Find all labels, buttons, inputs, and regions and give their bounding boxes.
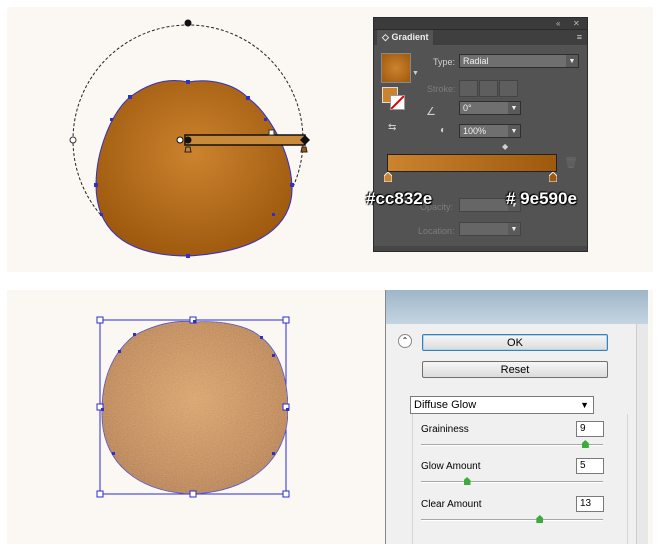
angle-field[interactable]: 0° ▼ (459, 101, 521, 115)
location-field[interactable]: ▼ (459, 222, 521, 236)
angle-icon: ∠ (426, 106, 436, 118)
chevron-down-icon: ▼ (566, 55, 578, 67)
ok-button[interactable]: OK (422, 334, 608, 351)
annotator-origin-handle[interactable] (184, 136, 192, 144)
stroke-none-icon[interactable] (390, 95, 405, 110)
shape-blob-textured[interactable] (101, 320, 289, 495)
close-icon[interactable]: ✕ (573, 18, 580, 29)
collapse-toggle-icon[interactable]: ⌃ (398, 334, 412, 348)
end-color-hex-label: # 9e590e (506, 189, 577, 208)
tab-gradient[interactable]: ◇ Gradient (377, 30, 434, 45)
glow-amount-input[interactable]: 5 (576, 458, 604, 474)
tab-label: Gradient (391, 32, 429, 42)
radius-top-handle[interactable] (184, 19, 192, 27)
clear-amount-track[interactable] (421, 519, 603, 521)
aspect-ratio-value: 100% (463, 126, 487, 136)
stroke-across-icon[interactable] (499, 80, 518, 97)
gradient-midpoint-icon[interactable]: ◆ (502, 142, 508, 151)
glow-amount-track[interactable] (421, 481, 603, 483)
glow-amount-label: Glow Amount (421, 461, 481, 472)
filter-dialog: ⌃ OK Reset Diffuse Glow ▼ Graininess 9 Gl… (385, 290, 648, 544)
chevron-down-icon: ▼ (508, 223, 520, 235)
chevron-down-icon: ▼ (508, 102, 520, 114)
tab-arrows-icon: ◇ (382, 32, 389, 42)
stroke-within-icon[interactable] (459, 80, 478, 97)
chevron-down-icon: ▼ (508, 125, 520, 137)
clear-amount-input[interactable]: 13 (576, 496, 604, 512)
reverse-gradient-icon[interactable]: ⇆ (388, 122, 396, 133)
gradient-slider[interactable] (387, 154, 557, 172)
location-label: Location: (418, 226, 455, 236)
dialog-scrollbar[interactable] (636, 324, 648, 544)
annotator-end-stop[interactable] (300, 146, 308, 153)
shape-blob[interactable] (95, 80, 293, 257)
collapse-icon[interactable]: « (556, 18, 560, 29)
graininess-label: Graininess (421, 424, 469, 435)
annotator-start-stop[interactable] (184, 146, 192, 153)
aspect-ratio-icon: ◐ (440, 125, 447, 136)
filter-select[interactable]: Diffuse Glow ▼ (410, 396, 594, 414)
type-label: Type: (433, 57, 456, 67)
panel-titlebar[interactable]: « ✕ (374, 18, 587, 30)
graininess-input[interactable]: 9 (576, 421, 604, 437)
chevron-down-icon: ▼ (580, 400, 589, 410)
type-select[interactable]: Radial ▼ (459, 54, 579, 68)
filter-select-value: Diffuse Glow (414, 399, 477, 411)
panel-footer (374, 246, 587, 251)
gradient-swatch[interactable] (381, 53, 411, 83)
panel-menu-icon[interactable]: ≡ (577, 32, 582, 42)
clear-amount-label: Clear Amount (421, 499, 482, 510)
radius-left-handle[interactable] (69, 136, 77, 144)
annotator-midpoint[interactable] (268, 129, 275, 136)
gradient-stop-right[interactable] (549, 172, 557, 182)
angle-value: 0° (463, 103, 472, 113)
stroke-label: Stroke: (427, 84, 456, 94)
gradient-panel: « ✕ ◇ Gradient ≡ ▼ Type: Radial ▼ Stroke:… (373, 17, 588, 252)
start-color-hex-label: #cc832e (366, 189, 433, 208)
stroke-along-icon[interactable] (479, 80, 498, 97)
annotator-origin-ring[interactable] (176, 136, 184, 144)
aspect-ratio-field[interactable]: 100% ▼ (459, 124, 521, 138)
gradient-stop-left[interactable] (384, 172, 392, 182)
type-select-value: Radial (463, 56, 489, 66)
graininess-track[interactable] (421, 444, 603, 446)
window-chrome (386, 290, 648, 324)
swatch-dropdown-icon[interactable]: ▼ (412, 70, 419, 77)
gradient-annotator-bar[interactable] (184, 134, 306, 146)
reset-button[interactable]: Reset (422, 361, 608, 378)
trash-icon[interactable]: 🗑 (564, 156, 578, 169)
